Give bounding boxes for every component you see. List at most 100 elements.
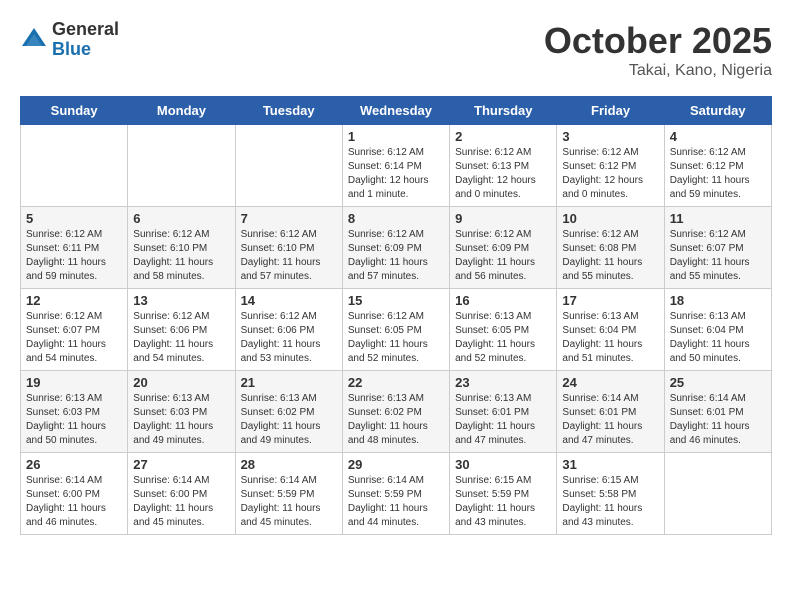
calendar-cell: 16 Sunrise: 6:13 AM Sunset: 6:05 PM Dayli… [450,289,557,371]
day-number: 12 [26,293,122,308]
calendar-cell: 27 Sunrise: 6:14 AM Sunset: 6:00 PM Dayli… [128,453,235,535]
location: Takai, Kano, Nigeria [544,62,772,80]
day-info: Sunrise: 6:14 AM Sunset: 5:59 PM Dayligh… [241,474,337,530]
calendar-cell: 21 Sunrise: 6:13 AM Sunset: 6:02 PM Dayli… [235,371,342,453]
day-info: Sunrise: 6:12 AM Sunset: 6:09 PM Dayligh… [455,228,551,284]
day-number: 6 [133,211,229,226]
calendar-cell: 8Sunrise: 6:12 AM Sunset: 6:09 PM Daylig… [342,207,449,289]
calendar-cell: 18 Sunrise: 6:13 AM Sunset: 6:04 PM Dayli… [664,289,771,371]
day-info: Sunrise: 6:13 AM Sunset: 6:02 PM Dayligh… [241,392,337,448]
calendar-cell: 11 Sunrise: 6:12 AM Sunset: 6:07 PM Dayli… [664,207,771,289]
day-number: 16 [455,293,551,308]
day-info: Sunrise: 6:12 AM Sunset: 6:07 PM Dayligh… [670,228,766,284]
day-info: Sunrise: 6:13 AM Sunset: 6:01 PM Dayligh… [455,392,551,448]
weekday-header: Monday [128,97,235,125]
calendar-cell [664,453,771,535]
calendar-cell: 26 Sunrise: 6:14 AM Sunset: 6:00 PM Dayli… [21,453,128,535]
page-header: General Blue October 2025 Takai, Kano, N… [20,20,772,80]
day-info: Sunrise: 6:12 AM Sunset: 6:12 PM Dayligh… [670,146,766,202]
weekday-header: Saturday [664,97,771,125]
weekday-header: Sunday [21,97,128,125]
day-info: Sunrise: 6:14 AM Sunset: 6:01 PM Dayligh… [670,392,766,448]
calendar-cell: 9 Sunrise: 6:12 AM Sunset: 6:09 PM Daylig… [450,207,557,289]
calendar-cell: 24 Sunrise: 6:14 AM Sunset: 6:01 PM Dayli… [557,371,664,453]
day-info: Sunrise: 6:12 AM Sunset: 6:10 PM Dayligh… [241,228,337,284]
calendar-cell: 15Sunrise: 6:12 AM Sunset: 6:05 PM Dayli… [342,289,449,371]
calendar-week-row: 19 Sunrise: 6:13 AM Sunset: 6:03 PM Dayli… [21,371,772,453]
day-info: Sunrise: 6:14 AM Sunset: 6:00 PM Dayligh… [133,474,229,530]
day-info: Sunrise: 6:12 AM Sunset: 6:13 PM Dayligh… [455,146,551,202]
day-info: Sunrise: 6:13 AM Sunset: 6:05 PM Dayligh… [455,310,551,366]
calendar-cell [21,125,128,207]
day-number: 1 [348,129,444,144]
calendar-cell: 20Sunrise: 6:13 AM Sunset: 6:03 PM Dayli… [128,371,235,453]
calendar-cell: 13 Sunrise: 6:12 AM Sunset: 6:06 PM Dayli… [128,289,235,371]
weekday-header: Friday [557,97,664,125]
day-number: 8 [348,211,444,226]
calendar-week-row: 12 Sunrise: 6:12 AM Sunset: 6:07 PM Dayli… [21,289,772,371]
day-info: Sunrise: 6:12 AM Sunset: 6:05 PM Dayligh… [348,310,444,366]
day-info: Sunrise: 6:12 AM Sunset: 6:11 PM Dayligh… [26,228,122,284]
day-info: Sunrise: 6:13 AM Sunset: 6:03 PM Dayligh… [26,392,122,448]
day-number: 22 [348,375,444,390]
day-number: 18 [670,293,766,308]
day-number: 24 [562,375,658,390]
logo-icon [20,26,48,54]
day-number: 2 [455,129,551,144]
day-number: 4 [670,129,766,144]
calendar-cell: 10 Sunrise: 6:12 AM Sunset: 6:08 PM Dayli… [557,207,664,289]
day-number: 11 [670,211,766,226]
day-info: Sunrise: 6:12 AM Sunset: 6:07 PM Dayligh… [26,310,122,366]
calendar-week-row: 26 Sunrise: 6:14 AM Sunset: 6:00 PM Dayli… [21,453,772,535]
title-block: October 2025 Takai, Kano, Nigeria [544,20,772,80]
day-info: Sunrise: 6:12 AM Sunset: 6:12 PM Dayligh… [562,146,658,202]
day-info: Sunrise: 6:15 AM Sunset: 5:59 PM Dayligh… [455,474,551,530]
logo-general: General [52,20,119,40]
day-number: 14 [241,293,337,308]
weekday-header-row: SundayMondayTuesdayWednesdayThursdayFrid… [21,97,772,125]
day-number: 10 [562,211,658,226]
weekday-header: Wednesday [342,97,449,125]
calendar-cell: 23 Sunrise: 6:13 AM Sunset: 6:01 PM Dayli… [450,371,557,453]
calendar-cell [128,125,235,207]
day-number: 3 [562,129,658,144]
calendar-cell: 5Sunrise: 6:12 AM Sunset: 6:11 PM Daylig… [21,207,128,289]
logo: General Blue [20,20,119,60]
day-number: 19 [26,375,122,390]
day-info: Sunrise: 6:12 AM Sunset: 6:08 PM Dayligh… [562,228,658,284]
day-info: Sunrise: 6:12 AM Sunset: 6:06 PM Dayligh… [241,310,337,366]
calendar-cell: 19 Sunrise: 6:13 AM Sunset: 6:03 PM Dayli… [21,371,128,453]
day-number: 26 [26,457,122,472]
day-number: 28 [241,457,337,472]
logo-blue: Blue [52,40,119,60]
calendar-week-row: 5Sunrise: 6:12 AM Sunset: 6:11 PM Daylig… [21,207,772,289]
day-info: Sunrise: 6:13 AM Sunset: 6:04 PM Dayligh… [670,310,766,366]
day-info: Sunrise: 6:13 AM Sunset: 6:02 PM Dayligh… [348,392,444,448]
day-number: 21 [241,375,337,390]
day-number: 27 [133,457,229,472]
calendar-cell: 2 Sunrise: 6:12 AM Sunset: 6:13 PM Daylig… [450,125,557,207]
day-number: 30 [455,457,551,472]
day-number: 9 [455,211,551,226]
calendar: SundayMondayTuesdayWednesdayThursdayFrid… [20,96,772,535]
month-title: October 2025 [544,20,772,62]
calendar-cell [235,125,342,207]
calendar-week-row: 1 Sunrise: 6:12 AM Sunset: 6:14 PM Daylig… [21,125,772,207]
calendar-cell: 12 Sunrise: 6:12 AM Sunset: 6:07 PM Dayli… [21,289,128,371]
logo-text: General Blue [52,20,119,60]
calendar-cell: 14 Sunrise: 6:12 AM Sunset: 6:06 PM Dayli… [235,289,342,371]
day-info: Sunrise: 6:14 AM Sunset: 6:00 PM Dayligh… [26,474,122,530]
day-info: Sunrise: 6:14 AM Sunset: 6:01 PM Dayligh… [562,392,658,448]
day-info: Sunrise: 6:12 AM Sunset: 6:06 PM Dayligh… [133,310,229,366]
calendar-cell: 25 Sunrise: 6:14 AM Sunset: 6:01 PM Dayli… [664,371,771,453]
day-number: 20 [133,375,229,390]
day-info: Sunrise: 6:12 AM Sunset: 6:14 PM Dayligh… [348,146,444,202]
day-number: 25 [670,375,766,390]
calendar-cell: 7Sunrise: 6:12 AM Sunset: 6:10 PM Daylig… [235,207,342,289]
calendar-cell: 22 Sunrise: 6:13 AM Sunset: 6:02 PM Dayli… [342,371,449,453]
day-number: 13 [133,293,229,308]
day-info: Sunrise: 6:13 AM Sunset: 6:04 PM Dayligh… [562,310,658,366]
day-number: 17 [562,293,658,308]
calendar-cell: 4 Sunrise: 6:12 AM Sunset: 6:12 PM Daylig… [664,125,771,207]
day-number: 23 [455,375,551,390]
